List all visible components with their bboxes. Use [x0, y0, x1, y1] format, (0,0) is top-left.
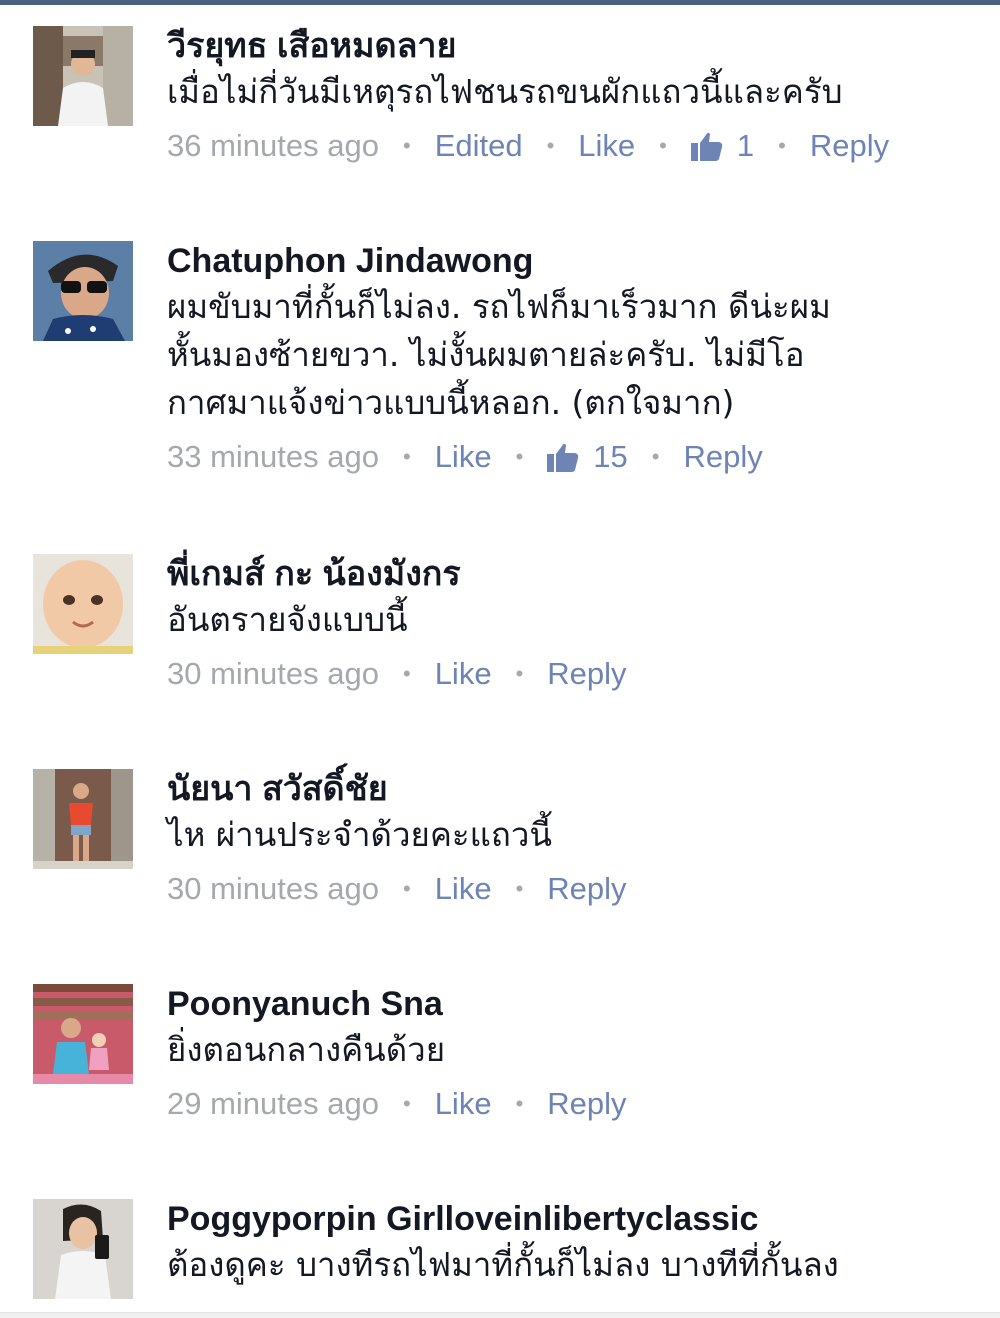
comment-text: ไห ผ่านประจำด้วยคะแถวนี้: [167, 815, 552, 854]
comment-text: เมื่อไม่กี่วันมีเหตุรถไฟชนรถขนผักแถวนี้แ…: [167, 72, 843, 111]
separator-dot: •: [515, 1091, 524, 1116]
reply-button[interactable]: Reply: [547, 1086, 626, 1122]
like-count-value: 1: [736, 128, 755, 163]
separator-dot: •: [402, 133, 411, 158]
thumbs-up-icon: [690, 132, 723, 161]
comment-meta: 30 minutes ago • Like • Reply: [167, 869, 967, 909]
avatar[interactable]: [33, 554, 133, 654]
separator-dot: •: [402, 876, 411, 901]
reply-button[interactable]: Reply: [547, 656, 626, 692]
separator-dot: •: [659, 133, 667, 158]
like-button[interactable]: Like: [578, 128, 635, 164]
timestamp[interactable]: 30 minutes ago: [167, 871, 379, 907]
like-count[interactable]: 15: [547, 439, 628, 475]
comment-text: อันตรายจังแบบนี้: [167, 600, 408, 639]
avatar[interactable]: [33, 1199, 133, 1299]
timestamp[interactable]: 36 minutes ago: [167, 128, 379, 164]
like-count[interactable]: 1: [690, 128, 755, 164]
reply-button[interactable]: Reply: [683, 439, 762, 475]
separator-dot: •: [402, 661, 411, 686]
reply-button[interactable]: Reply: [810, 128, 889, 164]
like-button[interactable]: Like: [435, 439, 492, 475]
separator-dot: •: [778, 133, 786, 158]
reply-button[interactable]: Reply: [547, 871, 626, 907]
separator-dot: •: [515, 876, 524, 901]
like-count-value: 15: [593, 439, 628, 474]
author-name[interactable]: Poggyporpin Girlloveinlibertyclassic: [167, 1199, 967, 1239]
like-button[interactable]: Like: [435, 656, 492, 692]
author-name[interactable]: Poonyanuch Sna: [167, 984, 967, 1024]
author-name[interactable]: Chatuphon Jindawong: [167, 241, 967, 281]
bottom-edge: [0, 1312, 1000, 1318]
comment-meta: 30 minutes ago • Like • Reply: [167, 654, 967, 694]
avatar[interactable]: [33, 984, 133, 1084]
separator-dot: •: [515, 661, 524, 686]
separator-dot: •: [546, 133, 555, 158]
timestamp[interactable]: 29 minutes ago: [167, 1086, 379, 1122]
separator-dot: •: [651, 444, 660, 469]
separator-dot: •: [402, 1091, 411, 1116]
comment-text: ผมขับมาที่กั้นก็ไม่ลง. รถไฟก็มาเร็วมาก ด…: [167, 287, 831, 422]
separator-dot: •: [515, 444, 524, 469]
comment-text: ยิ่งตอนกลางคืนด้วย: [167, 1030, 446, 1069]
separator-dot: •: [402, 444, 411, 469]
like-button[interactable]: Like: [435, 1086, 492, 1122]
comment-meta: 36 minutes ago • Edited • Like • 1 • Rep…: [167, 126, 967, 166]
author-name[interactable]: นัยนา สวัสดิ์ชัย: [167, 769, 967, 809]
comments-list: วีรยุทธ เสือหมดลาย เมื่อไม่กี่วันมีเหตุร…: [0, 0, 1000, 1312]
timestamp[interactable]: 30 minutes ago: [167, 656, 379, 692]
author-name[interactable]: วีรยุทธ เสือหมดลาย: [167, 26, 967, 66]
author-name[interactable]: พี่เกมส์ กะ น้องมังกร: [167, 554, 967, 594]
like-button[interactable]: Like: [435, 871, 492, 907]
avatar[interactable]: [33, 769, 133, 869]
comment-text: ต้องดูคะ บางทีรถไฟมาที่กั้นก็ไม่ลง บางที…: [167, 1245, 839, 1284]
edited-link[interactable]: Edited: [435, 128, 523, 164]
thumbs-up-icon: [547, 443, 579, 472]
timestamp[interactable]: 33 minutes ago: [167, 439, 379, 475]
avatar[interactable]: [33, 241, 133, 341]
comment-meta: 33 minutes ago • Like • 15 • Reply: [167, 437, 967, 477]
comment-meta: 29 minutes ago • Like • Reply: [167, 1084, 967, 1124]
avatar[interactable]: [33, 26, 133, 126]
